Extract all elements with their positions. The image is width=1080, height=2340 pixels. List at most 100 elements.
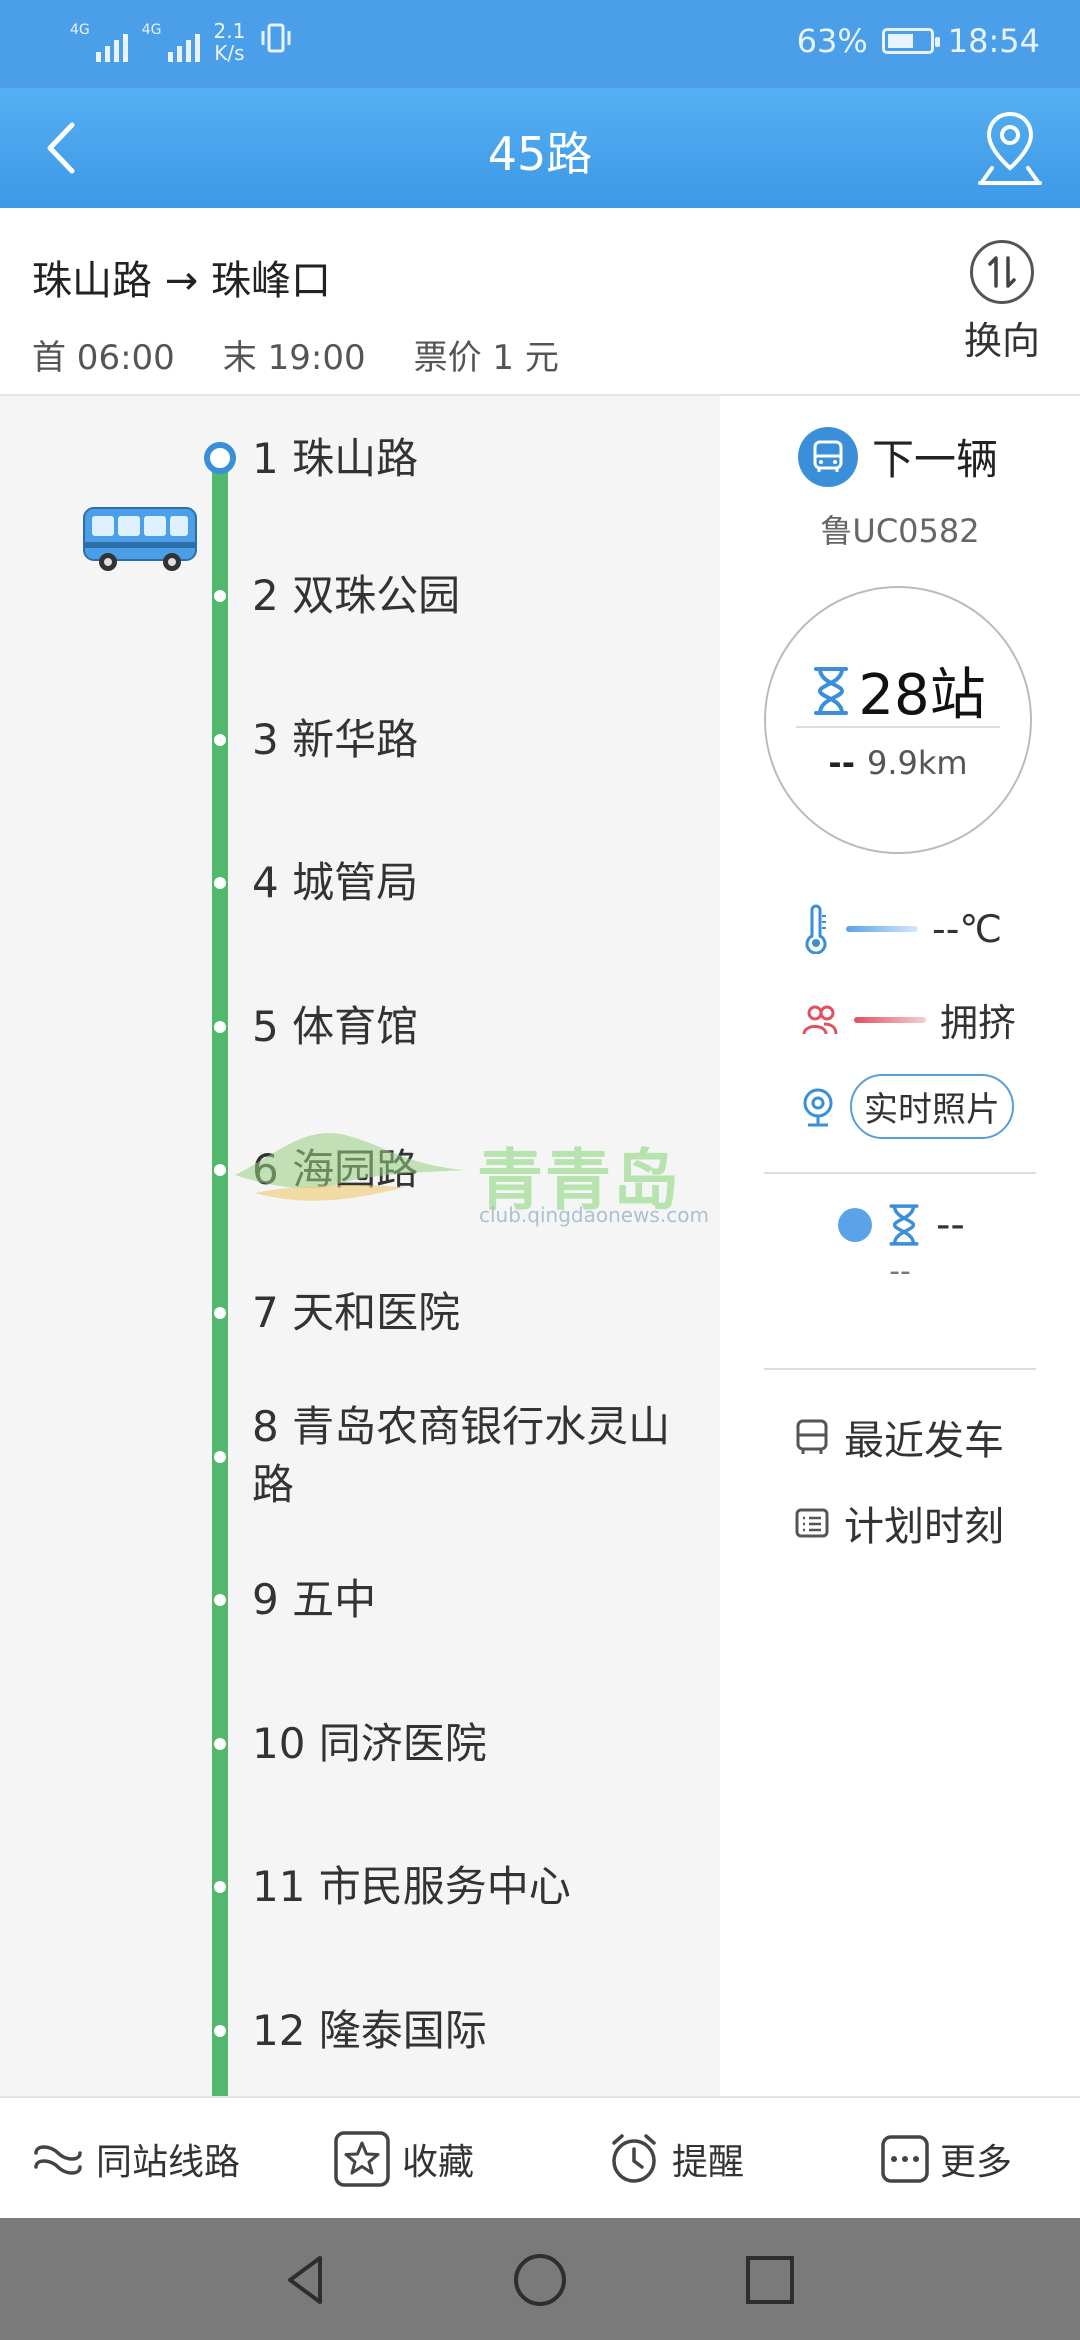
station-dot — [214, 1164, 226, 1176]
schedule-label: 计划时刻 — [844, 1504, 1004, 1550]
live-photo-button[interactable]: 实时照片 — [850, 1074, 1014, 1139]
eta-circle: 28站 -- 9.9km — [764, 586, 1032, 854]
station-dot — [214, 1881, 226, 1893]
schedule-button[interactable]: 计划时刻 — [794, 1494, 1004, 1552]
swap-vertical-icon — [970, 240, 1034, 304]
station-name: 3 新华路 — [252, 715, 419, 764]
more-dots-icon — [881, 2135, 929, 2183]
last-bus-time: 末 19:00 — [222, 338, 366, 378]
network-speed-value: 2.1 — [213, 19, 246, 43]
nav-home-button[interactable] — [508, 2248, 572, 2312]
bus-position-icon[interactable] — [80, 502, 200, 574]
station-name: 7 天和医院 — [252, 1288, 461, 1337]
fare: 票价 1 元 — [413, 338, 559, 378]
network-type-label: 4G — [70, 22, 90, 38]
hourglass-icon — [814, 666, 849, 715]
reminder-button[interactable]: 提醒 — [606, 2098, 744, 2220]
hourglass-icon — [889, 1204, 919, 1246]
divider — [764, 1172, 1036, 1174]
divider — [764, 1368, 1036, 1370]
alarm-clock-icon — [612, 2134, 656, 2183]
page-title: 45路 — [487, 127, 593, 181]
reminder-label: 提醒 — [672, 2142, 745, 2183]
recent-departures-button[interactable]: 最近发车 — [794, 1408, 1004, 1466]
station-name: 10 同济医院 — [252, 1719, 487, 1768]
camera-icon — [803, 1088, 833, 1126]
bus-outline-icon — [796, 1419, 828, 1454]
route-link-icon — [34, 2145, 82, 2175]
station-name: 6 海园路 — [252, 1145, 419, 1194]
thermometer-icon — [805, 904, 827, 954]
list-icon — [795, 1508, 829, 1538]
battery-percent: 63% — [796, 22, 868, 60]
station-dot — [214, 1594, 226, 1606]
station-name: 4 城管局 — [252, 858, 419, 907]
station-name: 9 五中 — [252, 1575, 377, 1624]
second-bus-eta: -- — [936, 1202, 965, 1248]
status-dot — [838, 1208, 872, 1242]
first-bus-time: 首 06:00 — [32, 338, 175, 378]
nav-back-button[interactable] — [276, 2248, 340, 2312]
station-name: 1 珠山路 — [252, 434, 419, 483]
battery-icon — [881, 28, 940, 54]
signal-icon: 4G — [70, 22, 128, 62]
same-station-lines-button[interactable]: 同站线路 — [30, 2098, 240, 2220]
more-label: 更多 — [940, 2142, 1013, 2183]
status-bar: 4G 4G 2.1 K/s 63% 18:54 — [0, 0, 1080, 88]
bus-icon — [798, 426, 858, 487]
reverse-label: 换向 — [963, 319, 1040, 363]
station-dot — [214, 2025, 226, 2037]
temperature-bar — [846, 926, 918, 932]
route-meta: 首 06:00 末 19:00 票价 1 元 — [32, 330, 559, 379]
vibrate-icon — [259, 21, 293, 63]
map-button[interactable] — [970, 106, 1050, 190]
station-dot — [214, 1021, 226, 1033]
station-dot — [214, 1307, 226, 1319]
reverse-direction-button[interactable]: 换向 — [952, 240, 1052, 365]
eta-stops: 28站 — [766, 650, 1030, 731]
temperature-row: --℃ — [800, 904, 1002, 954]
system-nav-bar — [0, 2218, 1080, 2340]
crowding-row: 拥挤 — [800, 992, 1016, 1047]
status-right: 63% 18:54 — [797, 22, 1040, 60]
station-name: 8 青岛农商银行水灵山路 — [252, 1402, 671, 1509]
same-station-lines-label: 同站线路 — [96, 2142, 241, 2183]
network-speed: 2.1 K/s — [214, 20, 246, 64]
stops-away: 28站 — [858, 663, 986, 728]
temperature-value: --℃ — [932, 907, 1003, 951]
eta-divider — [796, 726, 1000, 728]
route-info: 珠山路 → 珠峰口 首 06:00 末 19:00 票价 1 元 换向 — [0, 208, 1080, 396]
station-name: 2 双珠公园 — [252, 571, 461, 620]
photo-row: 实时照片 — [800, 1074, 1014, 1139]
crowding-bar — [854, 1016, 926, 1023]
license-plate: 鲁UC0582 — [820, 512, 980, 550]
next-bus-label: 下一辆 — [872, 435, 999, 484]
station-dot — [214, 590, 226, 602]
recent-departures-label: 最近发车 — [844, 1418, 1004, 1464]
route-line — [212, 466, 228, 2096]
station-dot — [214, 1451, 226, 1463]
signal-icon: 4G — [142, 22, 200, 62]
next-bus-panel: 下一辆 鲁UC0582 28站 -- 9.9km --℃ 拥挤 实时照片 -- -… — [720, 396, 1080, 2096]
clock: 18:54 — [947, 22, 1040, 60]
more-button[interactable]: 更多 — [880, 2098, 1012, 2220]
people-icon — [802, 1005, 838, 1034]
second-bus-sub: -- — [889, 1254, 911, 1289]
app-header: 45路 — [0, 88, 1080, 208]
station-name: 5 体育馆 — [252, 1002, 419, 1051]
network-type-label: 4G — [141, 22, 162, 38]
favorite-button[interactable]: 收藏 — [332, 2098, 474, 2220]
station-name: 11 市民服务中心 — [252, 1862, 571, 1911]
next-bus-header: 下一辆 — [798, 426, 998, 487]
route-name: 珠山路 → 珠峰口 — [32, 258, 331, 304]
eta-distance-row: -- 9.9km — [766, 744, 1030, 782]
station-name: 12 隆泰国际 — [252, 2006, 487, 2055]
location-pin-icon — [978, 111, 1042, 185]
nav-recents-button[interactable] — [738, 2248, 802, 2312]
status-left: 4G 4G 2.1 K/s — [70, 20, 293, 64]
bottom-toolbar: 同站线路 收藏 提醒 更多 — [0, 2096, 1080, 2220]
second-bus-row: -- — [838, 1202, 965, 1248]
crowding-value: 拥挤 — [940, 1001, 1017, 1045]
network-speed-unit: K/s — [214, 41, 245, 65]
station-list[interactable]: 1 珠山路 2 双珠公园 3 新华路 4 城管局 5 体育馆 6 海园路 7 天… — [0, 396, 720, 2096]
